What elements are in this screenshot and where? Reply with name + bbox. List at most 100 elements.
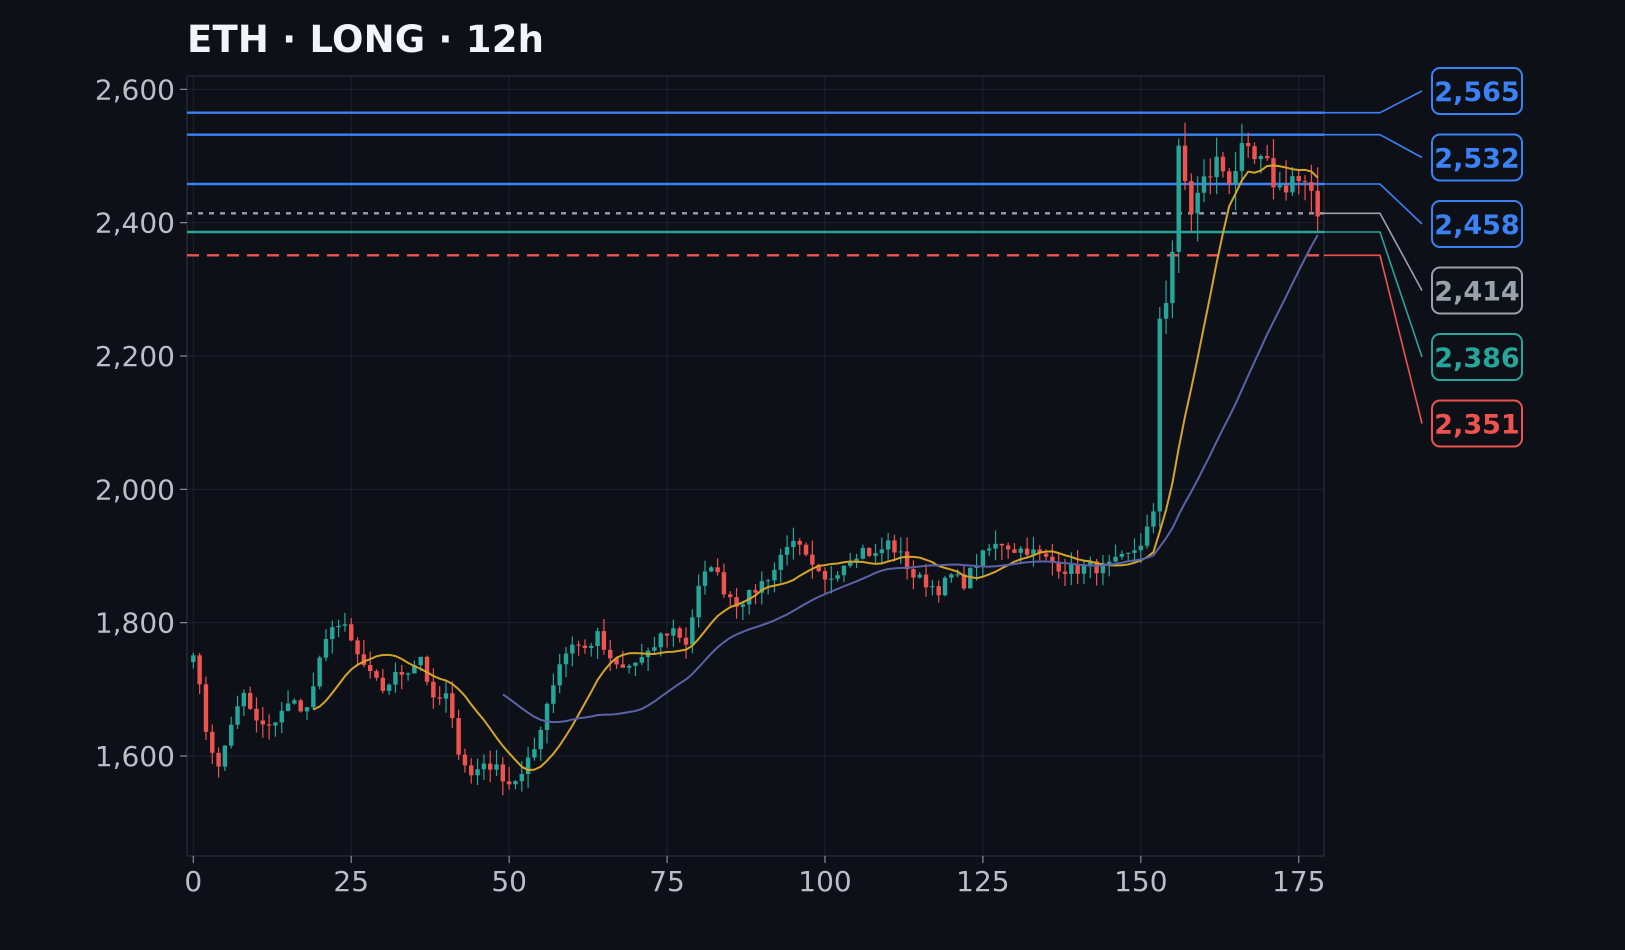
candle-body bbox=[260, 720, 266, 725]
candle-body bbox=[904, 551, 910, 570]
x-tick-label: 25 bbox=[333, 865, 369, 898]
candle-body bbox=[917, 574, 922, 578]
candle-body bbox=[885, 540, 891, 550]
candle-body bbox=[1252, 146, 1257, 160]
candle-body bbox=[1309, 182, 1314, 191]
candle-body bbox=[1233, 171, 1238, 185]
candle-body bbox=[1227, 171, 1232, 185]
candle-body bbox=[608, 649, 613, 659]
candle-body bbox=[696, 585, 701, 618]
candle-body bbox=[500, 764, 506, 782]
level-price-label: 2,565 bbox=[1434, 77, 1519, 108]
candle-body bbox=[1283, 185, 1289, 193]
candle-body bbox=[386, 684, 392, 691]
candle-body bbox=[241, 692, 247, 707]
candle-body bbox=[1163, 303, 1169, 319]
candle-body bbox=[1296, 176, 1301, 182]
candle-body bbox=[1132, 550, 1137, 553]
candle-body bbox=[273, 722, 278, 726]
candle-body bbox=[822, 571, 828, 580]
candle-body bbox=[576, 644, 581, 646]
candle-body bbox=[506, 781, 512, 785]
price-levels bbox=[187, 111, 1324, 257]
x-tick-label: 0 bbox=[184, 865, 202, 898]
x-tick-label: 100 bbox=[798, 865, 851, 898]
candle-body bbox=[854, 558, 859, 562]
candle-body bbox=[374, 671, 379, 678]
candle-body bbox=[949, 574, 954, 578]
candle-body bbox=[538, 730, 543, 750]
candle-body bbox=[1081, 565, 1087, 574]
candle-body bbox=[911, 569, 916, 578]
candle-body bbox=[652, 647, 657, 651]
candle-body bbox=[1157, 318, 1162, 512]
candles bbox=[191, 122, 1320, 796]
candle-body bbox=[285, 703, 291, 711]
candle-body bbox=[1018, 548, 1024, 553]
candle-body bbox=[753, 590, 758, 593]
level-connector bbox=[1324, 183, 1423, 225]
candle-body bbox=[475, 769, 480, 776]
candle-body bbox=[898, 551, 903, 553]
y-tick-label: 2,200 bbox=[95, 340, 175, 373]
candle-body bbox=[247, 692, 253, 709]
candle-body bbox=[1170, 251, 1175, 304]
candle-body bbox=[702, 571, 708, 586]
candle-body bbox=[450, 693, 455, 719]
candle-body bbox=[999, 543, 1005, 546]
candle-body bbox=[1290, 176, 1295, 193]
candle-body bbox=[1239, 143, 1245, 172]
candle-body bbox=[469, 765, 474, 776]
candle-body bbox=[671, 628, 676, 636]
candle-body bbox=[481, 763, 487, 770]
level-labels: 2,565 2,532 2,458 2,414 2,386 2,351 bbox=[1324, 67, 1523, 448]
level-connector bbox=[1324, 133, 1423, 159]
candle-body bbox=[835, 575, 840, 579]
level-price-label: 2,414 bbox=[1434, 277, 1519, 308]
level-connector bbox=[1324, 231, 1423, 358]
candle-body bbox=[639, 657, 645, 663]
x-tick-label: 125 bbox=[956, 865, 1009, 898]
candle-body bbox=[866, 547, 872, 556]
candle-body bbox=[1119, 553, 1125, 557]
candle-body bbox=[203, 684, 209, 732]
candle-body bbox=[443, 693, 449, 699]
level-price-label: 2,386 bbox=[1434, 343, 1519, 374]
candle-body bbox=[1264, 156, 1270, 159]
candle-body bbox=[1043, 553, 1049, 557]
candle-body bbox=[942, 577, 948, 596]
candle-body bbox=[304, 707, 310, 712]
candle-body bbox=[803, 544, 809, 555]
candle-body bbox=[923, 574, 929, 588]
candle-body bbox=[235, 706, 240, 725]
moving-average-slow bbox=[502, 234, 1319, 724]
candle-body bbox=[1024, 548, 1030, 555]
candle-body bbox=[254, 708, 259, 721]
candle-body bbox=[424, 656, 430, 682]
candle-body bbox=[1005, 545, 1011, 550]
candle-body bbox=[1012, 549, 1017, 553]
candle-body bbox=[1208, 176, 1213, 178]
candle-body bbox=[690, 617, 695, 645]
candle-body bbox=[266, 724, 272, 726]
y-tick-label: 2,400 bbox=[95, 207, 175, 240]
candle-body bbox=[664, 633, 670, 636]
candle-body bbox=[1302, 181, 1308, 183]
candle-body bbox=[1195, 192, 1200, 214]
candle-body bbox=[494, 764, 499, 770]
candle-body bbox=[1214, 156, 1219, 178]
candle-body bbox=[1144, 526, 1150, 546]
candle-body bbox=[197, 655, 202, 685]
candle-body bbox=[525, 757, 531, 775]
candle-body bbox=[595, 631, 600, 646]
x-tick-label: 75 bbox=[649, 865, 685, 898]
candle-body bbox=[1258, 156, 1264, 160]
candle-body bbox=[1245, 143, 1251, 147]
candle-body bbox=[367, 665, 373, 672]
candle-body bbox=[222, 745, 228, 767]
candle-body bbox=[513, 781, 518, 785]
candle-body bbox=[355, 640, 360, 655]
candle-body bbox=[551, 685, 556, 704]
level-price-label: 2,458 bbox=[1434, 210, 1519, 241]
candle-body bbox=[1069, 564, 1074, 575]
